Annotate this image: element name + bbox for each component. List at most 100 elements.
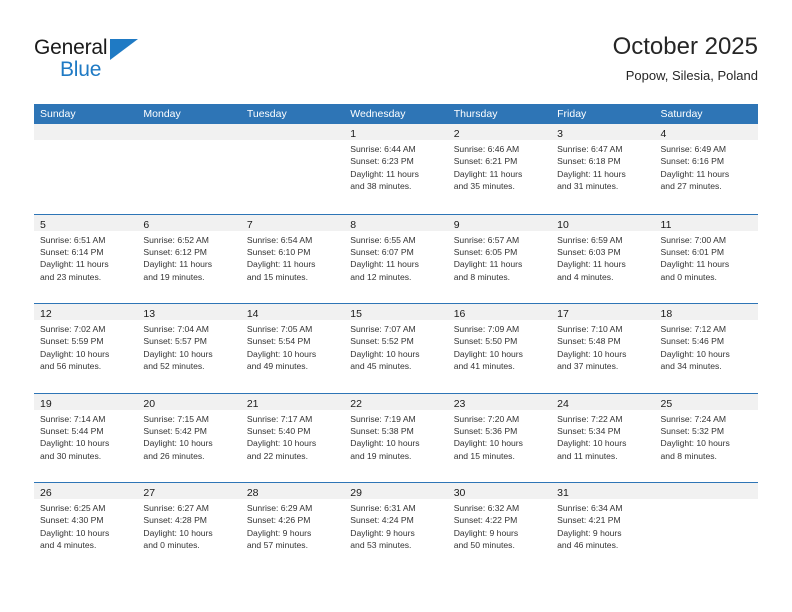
day-cell[interactable]: 4 Sunrise: 6:49 AM Sunset: 6:16 PM Daylight… bbox=[654, 124, 758, 214]
day-number-band: 5 bbox=[34, 214, 138, 231]
day-number-band: 28 bbox=[240, 483, 345, 499]
day-cell[interactable]: 8 Sunrise: 6:55 AM Sunset: 6:07 PM Daylight… bbox=[344, 214, 448, 303]
day-line-sunset: Sunset: 4:26 PM bbox=[246, 515, 311, 526]
day-number-band: 9 bbox=[447, 214, 552, 231]
day-line-sunset: Sunset: 6:07 PM bbox=[350, 246, 414, 257]
day-cell[interactable]: 29 Sunrise: 6:31 AM Sunset: 4:24 PM Dayligh… bbox=[344, 483, 448, 572]
day-line-sunrise: Sunrise: 6:51 AM bbox=[40, 234, 106, 245]
day-cell[interactable]: 24 Sunrise: 7:22 AM Sunset: 5:34 PM Dayligh… bbox=[551, 393, 655, 482]
day-number-band: 27 bbox=[137, 483, 241, 499]
day-line-daylight1: Daylight: 11 hours bbox=[246, 259, 316, 270]
day-cell[interactable]: 3 Sunrise: 6:47 AM Sunset: 6:18 PM Daylight… bbox=[551, 124, 655, 214]
day-details: Sunrise: 7:20 AM Sunset: 5:36 PM Daylight:… bbox=[448, 410, 551, 463]
day-line-daylight2: and 56 minutes. bbox=[40, 361, 102, 372]
day-line-sunrise: Sunrise: 7:14 AM bbox=[40, 413, 106, 424]
day-details: Sunrise: 7:19 AM Sunset: 5:38 PM Daylight:… bbox=[344, 410, 447, 463]
day-details: Sunrise: 6:46 AM Sunset: 6:21 PM Daylight:… bbox=[448, 140, 551, 193]
day-line-sunrise: Sunrise: 6:27 AM bbox=[143, 503, 209, 513]
day-line-sunset: Sunset: 5:54 PM bbox=[246, 336, 311, 347]
day-cell[interactable]: 14 Sunrise: 7:05 AM Sunset: 5:54 PM Dayligh… bbox=[240, 304, 345, 393]
day-line-daylight2: and 41 minutes. bbox=[453, 361, 515, 372]
general-blue-logo[interactable]: General Blue bbox=[34, 36, 164, 82]
day-cell[interactable]: 30 Sunrise: 6:32 AM Sunset: 4:22 PM Dayligh… bbox=[447, 483, 552, 572]
day-line-sunset: Sunset: 6:12 PM bbox=[143, 246, 207, 257]
day-line-sunset: Sunset: 5:46 PM bbox=[660, 336, 725, 347]
day-line-daylight2: and 22 minutes. bbox=[246, 450, 308, 461]
day-cell[interactable]: 10 Sunrise: 6:59 AM Sunset: 6:03 PM Dayligh… bbox=[551, 214, 655, 303]
day-details: Sunrise: 6:34 AM Sunset: 4:21 PM Daylight:… bbox=[551, 499, 654, 552]
day-cell[interactable]: 11 Sunrise: 7:00 AM Sunset: 6:01 PM Dayligh… bbox=[654, 214, 758, 303]
day-cell[interactable]: 12 Sunrise: 7:02 AM Sunset: 5:59 PM Dayligh… bbox=[34, 304, 138, 393]
day-line-daylight2: and 8 minutes. bbox=[453, 271, 511, 282]
day-line-sunset: Sunset: 6:14 PM bbox=[40, 246, 104, 257]
day-line-daylight1: Daylight: 11 hours bbox=[557, 259, 626, 270]
day-cell[interactable]: 23 Sunrise: 7:20 AM Sunset: 5:36 PM Dayligh… bbox=[447, 393, 552, 482]
day-number: 16 bbox=[453, 308, 466, 320]
day-cell[interactable]: 18 Sunrise: 7:12 AM Sunset: 5:46 PM Dayligh… bbox=[654, 304, 758, 393]
day-line-sunrise: Sunrise: 7:19 AM bbox=[350, 413, 416, 424]
day-number: 25 bbox=[660, 397, 673, 410]
day-line-sunrise: Sunrise: 7:00 AM bbox=[660, 234, 726, 245]
day-cell[interactable]: 19 Sunrise: 7:14 AM Sunset: 5:44 PM Dayligh… bbox=[34, 393, 138, 482]
day-cell[interactable]: 22 Sunrise: 7:19 AM Sunset: 5:38 PM Dayligh… bbox=[344, 393, 448, 482]
day-number-band: 16 bbox=[447, 304, 552, 320]
day-cell[interactable]: 25 Sunrise: 7:24 AM Sunset: 5:32 PM Dayligh… bbox=[654, 393, 758, 482]
day-cell[interactable]: 15 Sunrise: 7:07 AM Sunset: 5:52 PM Dayligh… bbox=[344, 304, 448, 393]
calendar-week-row: 26 Sunrise: 6:25 AM Sunset: 4:30 PM Dayligh… bbox=[34, 482, 758, 572]
day-line-sunrise: Sunrise: 7:15 AM bbox=[143, 413, 209, 424]
day-cell[interactable]: 1 Sunrise: 6:44 AM Sunset: 6:23 PM Daylight… bbox=[344, 124, 448, 214]
day-line-daylight1: Daylight: 10 hours bbox=[557, 348, 627, 359]
day-line-daylight2: and 11 minutes. bbox=[557, 450, 618, 461]
day-number: 17 bbox=[557, 308, 569, 320]
day-line-daylight1: Daylight: 9 hours bbox=[246, 527, 312, 538]
day-cell[interactable]: 7 Sunrise: 6:54 AM Sunset: 6:10 PM Daylight… bbox=[240, 214, 345, 303]
day-line-daylight1: Daylight: 10 hours bbox=[453, 438, 523, 449]
day-cell[interactable]: 26 Sunrise: 6:25 AM Sunset: 4:30 PM Dayligh… bbox=[34, 483, 138, 572]
day-number: 19 bbox=[40, 397, 52, 410]
day-number: 8 bbox=[350, 218, 357, 231]
day-cell[interactable]: 21 Sunrise: 7:17 AM Sunset: 5:40 PM Dayligh… bbox=[240, 393, 345, 482]
day-cell[interactable]: 2 Sunrise: 6:46 AM Sunset: 6:21 PM Daylight… bbox=[447, 124, 552, 214]
day-details: Sunrise: 7:10 AM Sunset: 5:48 PM Daylight:… bbox=[551, 320, 654, 373]
calendar-week-row: 19 Sunrise: 7:14 AM Sunset: 5:44 PM Dayligh… bbox=[34, 392, 758, 482]
day-line-daylight2: and 52 minutes. bbox=[143, 361, 205, 372]
day-line-daylight1: Daylight: 11 hours bbox=[350, 259, 419, 270]
day-line-daylight1: Daylight: 10 hours bbox=[453, 348, 523, 359]
day-cell[interactable]: 5 Sunrise: 6:51 AM Sunset: 6:14 PM Daylight… bbox=[34, 214, 138, 303]
day-line-sunrise: Sunrise: 7:04 AM bbox=[143, 324, 209, 334]
day-line-daylight1: Daylight: 9 hours bbox=[453, 527, 519, 538]
day-details: Sunrise: 7:17 AM Sunset: 5:40 PM Daylight:… bbox=[241, 410, 344, 463]
day-line-sunset: Sunset: 4:22 PM bbox=[453, 515, 518, 526]
day-cell[interactable]: 13 Sunrise: 7:04 AM Sunset: 5:57 PM Dayligh… bbox=[137, 304, 241, 393]
day-line-sunrise: Sunrise: 7:05 AM bbox=[246, 324, 313, 334]
day-cell[interactable]: 9 Sunrise: 6:57 AM Sunset: 6:05 PM Daylight… bbox=[447, 214, 552, 303]
day-details: Sunrise: 7:22 AM Sunset: 5:34 PM Daylight:… bbox=[551, 410, 654, 463]
day-line-daylight2: and 15 minutes. bbox=[246, 271, 308, 282]
day-cell[interactable]: 17 Sunrise: 7:10 AM Sunset: 5:48 PM Dayligh… bbox=[551, 304, 655, 393]
day-cell-empty bbox=[34, 124, 138, 214]
day-cell[interactable]: 16 Sunrise: 7:09 AM Sunset: 5:50 PM Dayligh… bbox=[447, 304, 552, 393]
day-line-sunrise: Sunrise: 6:52 AM bbox=[143, 234, 209, 245]
day-cell[interactable]: 6 Sunrise: 6:52 AM Sunset: 6:12 PM Daylight… bbox=[137, 214, 241, 303]
day-details: Sunrise: 6:25 AM Sunset: 4:30 PM Daylight:… bbox=[34, 499, 137, 552]
day-details: Sunrise: 6:51 AM Sunset: 6:14 PM Daylight:… bbox=[34, 231, 137, 284]
day-cell[interactable]: 31 Sunrise: 6:34 AM Sunset: 4:21 PM Dayligh… bbox=[551, 483, 655, 572]
day-number: 9 bbox=[453, 218, 460, 231]
day-number-band: 24 bbox=[551, 393, 655, 410]
day-number-band: 2 bbox=[447, 124, 552, 140]
day-details: Sunrise: 7:14 AM Sunset: 5:44 PM Daylight:… bbox=[34, 410, 137, 463]
page-header: General Blue October 2025 Popow, Silesia… bbox=[0, 0, 792, 100]
day-number-band: 14 bbox=[240, 304, 345, 320]
day-number-band: 4 bbox=[654, 124, 758, 140]
day-line-sunrise: Sunrise: 6:31 AM bbox=[350, 503, 416, 513]
day-cell[interactable]: 28 Sunrise: 6:29 AM Sunset: 4:26 PM Dayligh… bbox=[240, 483, 345, 572]
day-cell[interactable]: 27 Sunrise: 6:27 AM Sunset: 4:28 PM Dayligh… bbox=[137, 483, 241, 572]
day-number: 24 bbox=[557, 397, 569, 410]
day-line-sunrise: Sunrise: 7:17 AM bbox=[246, 413, 313, 424]
day-line-sunrise: Sunrise: 6:57 AM bbox=[453, 234, 520, 245]
day-cell[interactable]: 20 Sunrise: 7:15 AM Sunset: 5:42 PM Dayligh… bbox=[137, 393, 241, 482]
day-line-daylight2: and 34 minutes. bbox=[660, 361, 722, 372]
day-line-sunrise: Sunrise: 6:44 AM bbox=[350, 144, 416, 154]
day-number: 28 bbox=[246, 487, 259, 499]
day-details: Sunrise: 6:29 AM Sunset: 4:26 PM Daylight:… bbox=[241, 499, 344, 552]
